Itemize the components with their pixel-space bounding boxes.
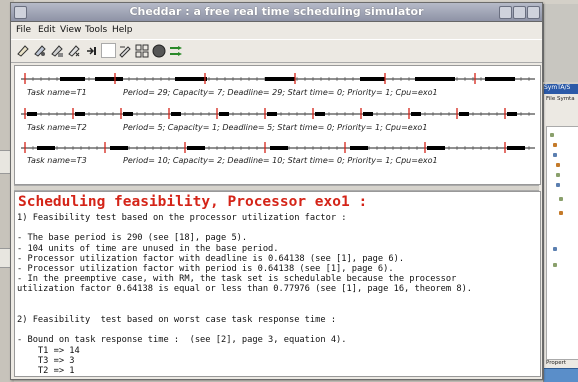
tree-node-icon	[553, 153, 557, 157]
maximize-button[interactable]	[513, 6, 526, 19]
task-execution-bar	[411, 112, 421, 116]
result-line: 2) Feasibility test based on worst case …	[17, 315, 337, 325]
new-file-icon[interactable]	[16, 43, 30, 57]
background-window-top	[543, 4, 578, 82]
task-execution-bar	[60, 77, 85, 81]
grid-icon[interactable]	[135, 43, 149, 58]
task-execution-bar	[95, 77, 123, 81]
task-execution-bar	[171, 112, 181, 116]
tree-node-icon	[556, 183, 560, 187]
task-execution-bar	[507, 112, 517, 116]
symtas-window: SymTA/S File Symta Propert	[543, 84, 578, 382]
tree-node-icon	[553, 143, 557, 147]
result-line: T3 => 3	[17, 355, 75, 366]
tree-node-icon	[556, 163, 560, 167]
tree-node-icon	[550, 133, 554, 137]
tree-node-icon	[556, 173, 560, 177]
menu-file[interactable]: File	[16, 25, 31, 35]
export-icon[interactable]	[84, 43, 98, 57]
task-execution-bar	[123, 112, 133, 116]
task-t1-name: Task name=T1	[27, 88, 87, 97]
menu-bar: File Edit View Tools Help	[11, 22, 542, 38]
task-execution-bar	[459, 112, 469, 116]
save-icon[interactable]	[67, 43, 81, 57]
menu-view[interactable]: View	[60, 25, 81, 35]
minimize-button[interactable]	[499, 6, 512, 19]
menu-help[interactable]: Help	[112, 25, 133, 35]
task-execution-bar	[265, 77, 295, 81]
result-line: - All task deadlines will be met : the t…	[17, 376, 347, 377]
open-folder-icon[interactable]	[50, 43, 64, 57]
symtas-menu[interactable]: File Symta	[546, 96, 575, 102]
scheduling-timeline[interactable]: Task name=T1 Period= 29; Capacity= 7; De…	[14, 65, 541, 185]
task-execution-bar	[187, 146, 205, 150]
task-execution-bar	[485, 77, 515, 81]
menu-edit[interactable]: Edit	[38, 25, 55, 35]
symtas-title: SymTA/S	[544, 84, 571, 91]
task-execution-bar	[363, 112, 373, 116]
task-execution-bar	[219, 112, 229, 116]
tree-node-icon	[559, 197, 563, 201]
menu-tools[interactable]: Tools	[85, 25, 107, 35]
cheddar-window: Cheddar : a free real time scheduling si…	[10, 2, 543, 380]
task-execution-bar	[427, 146, 445, 150]
symtas-titlebar: SymTA/S	[544, 84, 578, 94]
task-execution-bar	[270, 146, 288, 150]
window-menu-button[interactable]	[14, 6, 27, 19]
task-execution-bar	[175, 77, 207, 81]
window-title: Cheddar : a free real time scheduling si…	[129, 5, 424, 18]
task-t3-params: Period= 10; Capacity= 2; Deadline= 10; S…	[123, 156, 438, 165]
symtas-tree[interactable]	[546, 126, 578, 360]
result-line: T2 => 1	[17, 366, 75, 376]
task-execution-bar	[315, 112, 325, 116]
results-console[interactable]: Scheduling feasibility, Processor exo1 :…	[14, 191, 541, 377]
feasibility-heading: Scheduling feasibility, Processor exo1 :	[18, 194, 368, 210]
open-icon[interactable]	[33, 43, 47, 57]
task-t1-params: Period= 29; Capacity= 7; Deadline= 29; S…	[123, 88, 438, 97]
task-execution-bar	[360, 77, 385, 81]
result-line: - In the preemptive case, with RM, the t…	[17, 274, 457, 285]
toolbar	[11, 39, 542, 63]
run-icon[interactable]	[152, 43, 166, 58]
task-execution-bar	[37, 146, 55, 150]
result-line: - 104 units of time are unused in the ba…	[17, 243, 279, 254]
task-t2-name: Task name=T2	[27, 123, 87, 132]
task-execution-bar	[415, 77, 455, 81]
close-button[interactable]	[527, 6, 540, 19]
tree-node-icon	[553, 247, 557, 251]
task-execution-bar	[27, 112, 37, 116]
window-titlebar[interactable]: Cheddar : a free real time scheduling si…	[11, 3, 542, 22]
blank-icon[interactable]	[101, 43, 116, 58]
result-line: - Bound on task response time : (see [2]…	[17, 335, 347, 346]
tree-node-icon	[553, 263, 557, 267]
result-line: utilization factor 0.64138 is equal or l…	[17, 284, 473, 295]
result-line: T1 => 14	[17, 345, 80, 356]
result-line: 1) Feasibility test based on the process…	[17, 213, 347, 223]
result-line: - The base period is 290 (see [18], page…	[17, 233, 248, 244]
symtas-properties-label[interactable]: Propert	[546, 360, 566, 366]
result-line: - Processor utilization factor with peri…	[17, 264, 394, 274]
task-execution-bar	[75, 112, 85, 116]
task-execution-bar	[110, 146, 128, 150]
task-execution-bar	[507, 146, 525, 150]
step-icon[interactable]	[169, 43, 183, 57]
result-line: - Processor utilization factor with dead…	[17, 253, 405, 264]
task-t2-params: Period= 5; Capacity= 1; Deadline= 5; Sta…	[123, 123, 428, 132]
task-execution-bar	[350, 146, 368, 150]
edit-icon[interactable]	[118, 43, 132, 58]
task-t3-name: Task name=T3	[27, 156, 87, 165]
symtas-properties-bar	[544, 368, 578, 382]
tree-node-icon	[559, 211, 563, 215]
task-execution-bar	[267, 112, 277, 116]
